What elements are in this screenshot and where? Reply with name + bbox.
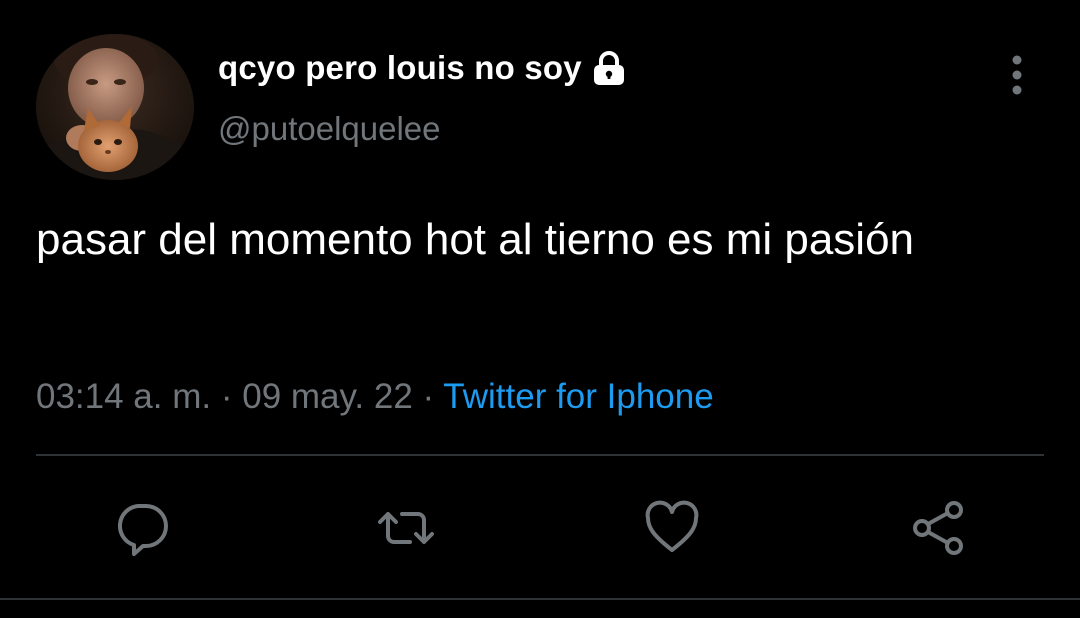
meta-separator: · — [422, 377, 435, 416]
tweet-detail: qcyo pero louis no soy @putoelquelee pas… — [0, 0, 1080, 618]
meta-separator: · — [220, 377, 233, 416]
divider — [36, 454, 1044, 456]
more-options-button[interactable] — [1000, 52, 1034, 98]
divider — [0, 598, 1080, 600]
share-button[interactable] — [906, 496, 970, 560]
tweet-text: pasar del momento hot al tierno es mi pa… — [36, 215, 915, 264]
tweet-date[interactable]: 09 may. 22 — [242, 377, 413, 416]
retweet-icon — [378, 512, 434, 544]
share-icon — [913, 501, 963, 555]
avatar[interactable] — [36, 34, 194, 180]
reply-button[interactable] — [110, 496, 174, 560]
tweet-source-link[interactable]: Twitter for Iphone — [443, 377, 713, 416]
like-button[interactable] — [640, 496, 704, 560]
user-handle[interactable]: @putoelquelee — [218, 110, 441, 148]
avatar-image — [36, 34, 194, 180]
lock-icon — [590, 49, 628, 87]
tweet-time[interactable]: 03:14 a. m. — [36, 377, 211, 416]
retweet-button[interactable] — [374, 496, 438, 560]
heart-icon — [645, 500, 699, 552]
tweet-meta: 03:14 a. m. · 09 may. 22 · Twitter for I… — [36, 372, 714, 422]
display-name-row: qcyo pero louis no soy — [218, 46, 628, 90]
reply-icon — [117, 504, 168, 556]
display-name[interactable]: qcyo pero louis no soy — [218, 49, 582, 87]
more-vertical-icon — [1012, 55, 1022, 95]
